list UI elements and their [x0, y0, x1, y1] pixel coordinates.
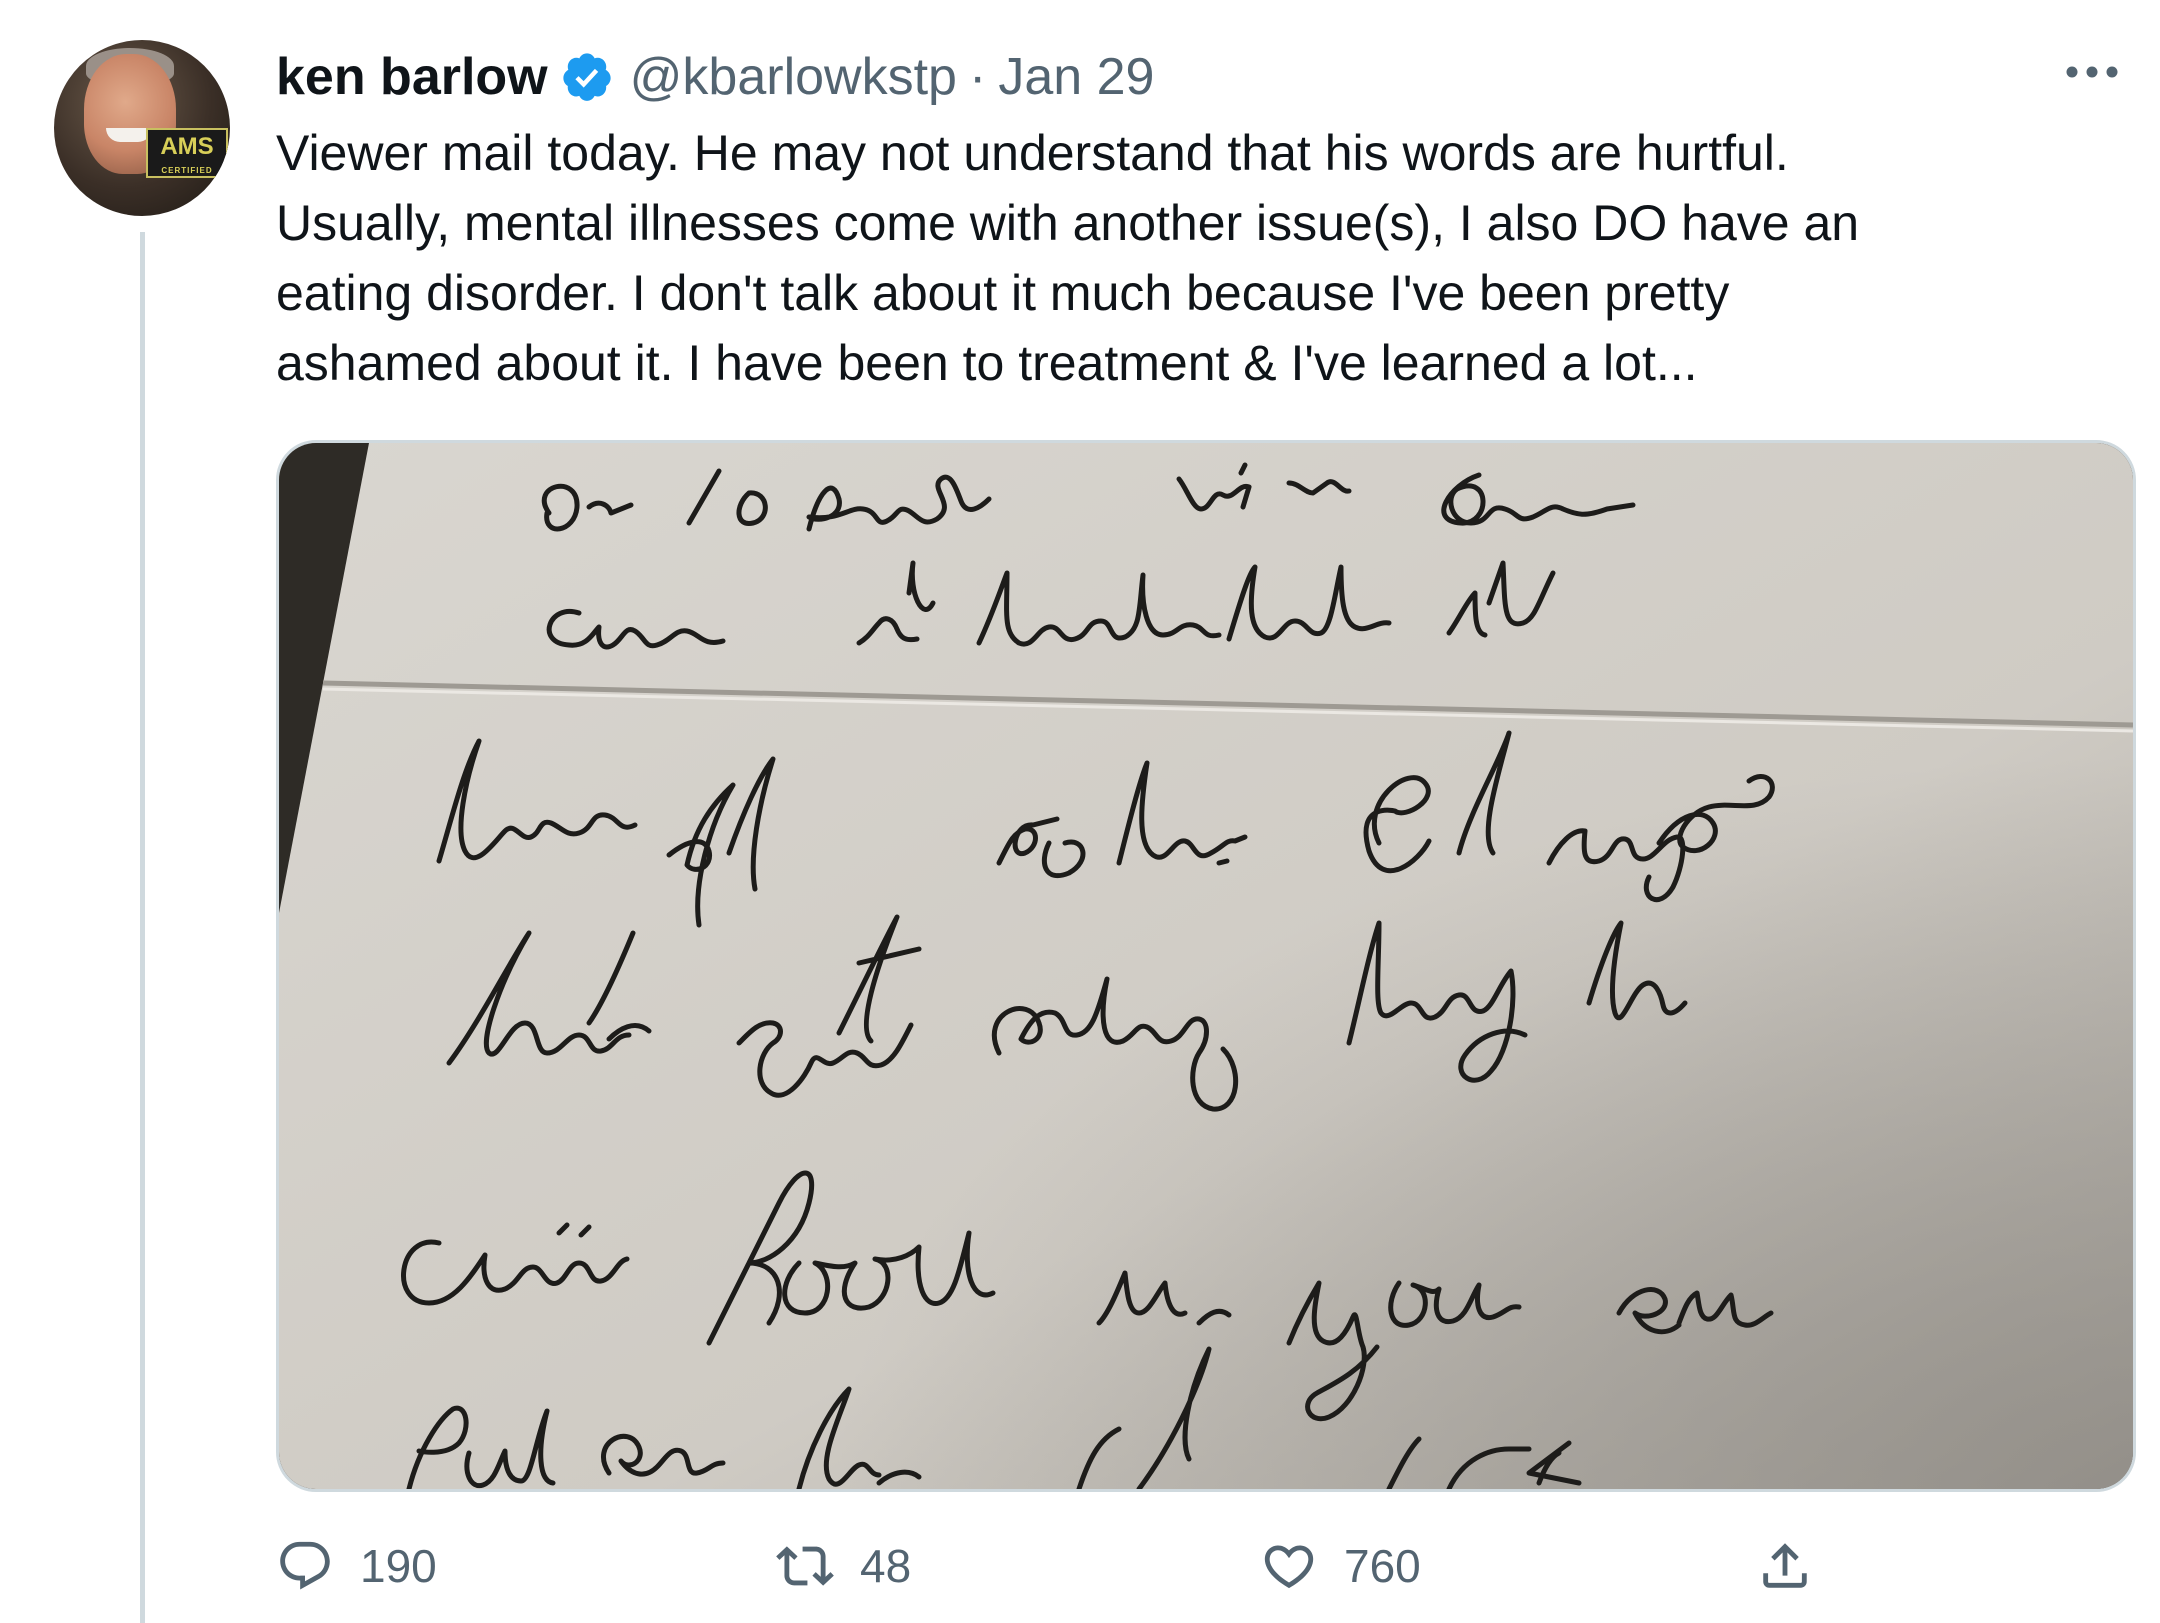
tweet-header: ken barlow @kbarlowkstp · Jan 29 — [276, 44, 1154, 110]
tweet-text-line: Viewer mail today. He may not understand… — [276, 125, 1789, 181]
retweet-count: 48 — [860, 1540, 912, 1592]
more-horizontal-icon[interactable] — [2060, 52, 2124, 92]
thread-connector-line — [140, 232, 145, 1623]
tweet-media-photo[interactable] — [276, 440, 2136, 1492]
header-separator: · — [968, 48, 987, 106]
tweet-text-line: eating disorder. I don't talk about it m… — [276, 265, 1730, 321]
tweet-actions: 190 48 760 — [276, 1536, 1876, 1596]
author-name[interactable]: ken barlow — [276, 44, 548, 110]
tweet-text: Viewer mail today. He may not understand… — [276, 118, 2136, 398]
heart-icon — [1264, 1545, 1314, 1589]
tweet[interactable]: AMS CERTIFIED ken barlow @kbarlowkstp · … — [0, 0, 2160, 1623]
tweet-date[interactable]: Jan 29 — [998, 44, 1154, 110]
reply-icon — [280, 1541, 330, 1590]
author-handle[interactable]: @kbarlowkstp — [630, 44, 957, 110]
avatar[interactable]: AMS CERTIFIED — [54, 40, 230, 216]
retweet-icon — [776, 1546, 834, 1586]
avatar-badge-logo: AMS CERTIFIED — [146, 128, 228, 178]
share-icon — [1763, 1543, 1807, 1588]
share-button[interactable] — [1756, 1536, 1814, 1596]
avatar-badge-text: AMS — [160, 133, 214, 160]
like-button[interactable]: 760 — [1260, 1536, 1421, 1596]
retweet-button[interactable]: 48 — [776, 1536, 911, 1596]
like-count: 760 — [1344, 1540, 1421, 1592]
verified-badge-icon — [563, 53, 611, 101]
reply-count: 190 — [360, 1540, 437, 1592]
letter-photo — [279, 443, 2133, 1489]
tweet-text-line: Usually, mental illnesses come with anot… — [276, 195, 1860, 251]
avatar-badge-subtext: CERTIFIED — [161, 166, 213, 175]
tweet-text-line: ashamed about it. I have been to treatme… — [276, 335, 1698, 391]
reply-button[interactable]: 190 — [276, 1536, 437, 1596]
